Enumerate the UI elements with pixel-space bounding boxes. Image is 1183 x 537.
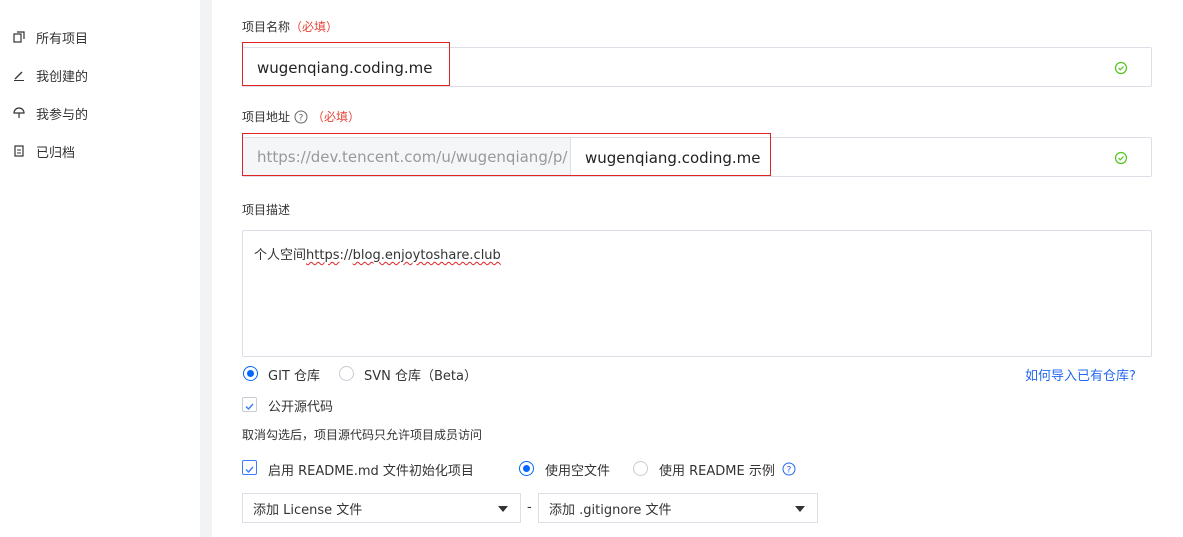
public-source-label: 公开源代码 [268, 400, 334, 415]
highlight-box [242, 42, 450, 86]
sidebar-item-created[interactable]: 我创建的 [12, 65, 88, 85]
svn-repo-label: SVN 仓库（Beta） [364, 369, 477, 384]
empty-file-label: 使用空文件 [545, 464, 611, 479]
public-source-checkbox[interactable] [242, 397, 257, 412]
license-select-value: 添加 License 文件 [253, 502, 363, 518]
project-name-label-text: 项目名称 [242, 20, 291, 34]
gitignore-select[interactable]: 添加 .gitignore 文件 [538, 493, 818, 523]
svg-text:?: ? [299, 113, 304, 123]
check-circle-icon [1114, 60, 1128, 75]
project-description-value: 个人空间https://blog.enjoytoshare.club [254, 244, 501, 263]
checkmark-icon [245, 403, 254, 411]
sidebar-item-label: 我参与的 [36, 107, 89, 123]
caret-down-icon [498, 506, 508, 512]
required-tag: （必填） [290, 20, 339, 34]
description-text: 个人空间 [254, 248, 307, 263]
svg-text:?: ? [787, 466, 792, 476]
required-tag: （必填） [312, 110, 361, 124]
git-repo-radio[interactable] [243, 366, 258, 381]
copy-icon [12, 30, 26, 44]
help-icon[interactable]: ? [294, 110, 308, 124]
project-description-label: 项目描述 [242, 203, 291, 217]
sidebar-item-all-projects[interactable]: 所有项目 [12, 27, 88, 47]
import-repo-link[interactable]: 如何导入已有仓库? [1025, 365, 1136, 384]
sidebar: 所有项目 我创建的 我参与的 已归档 [0, 0, 200, 537]
readme-checkbox[interactable] [242, 460, 257, 475]
description-url-sep: :// [339, 248, 353, 263]
license-select[interactable]: 添加 License 文件 [242, 493, 521, 523]
sidebar-item-label: 所有项目 [36, 31, 89, 47]
project-address-label-text: 项目地址 [242, 110, 291, 124]
description-url-scheme: https [306, 248, 340, 263]
help-icon[interactable]: ? [782, 461, 796, 480]
readme-label: 启用 README.md 文件初始化项目 [268, 464, 474, 479]
umbrella-icon [12, 106, 26, 120]
readme-example-radio[interactable] [633, 461, 648, 476]
project-address-label: 项目地址 ? （必填） [242, 108, 360, 125]
sidebar-item-label: 已归档 [36, 145, 76, 161]
project-name-label: 项目名称（必填） [242, 18, 338, 35]
pen-icon [12, 68, 26, 82]
git-repo-label: GIT 仓库 [268, 369, 320, 384]
public-source-hint: 取消勾选后，项目源代码只允许项目成员访问 [242, 428, 483, 442]
gitignore-select-value: 添加 .gitignore 文件 [549, 502, 672, 518]
select-separator: - [527, 500, 532, 515]
description-url-host: blog.enjoytoshare.club [352, 248, 501, 263]
readme-example-label: 使用 README 示例 [659, 464, 775, 479]
highlight-box [242, 133, 771, 176]
check-circle-icon [1114, 150, 1128, 165]
svn-repo-radio[interactable] [339, 366, 354, 381]
sidebar-item-label: 我创建的 [36, 69, 89, 85]
checkmark-icon [245, 466, 254, 474]
sidebar-item-joined[interactable]: 我参与的 [12, 103, 88, 123]
sidebar-divider [200, 0, 212, 537]
archive-icon [12, 144, 26, 158]
sidebar-item-archived[interactable]: 已归档 [12, 141, 75, 161]
caret-down-icon [795, 506, 805, 512]
empty-file-radio[interactable] [519, 461, 534, 476]
